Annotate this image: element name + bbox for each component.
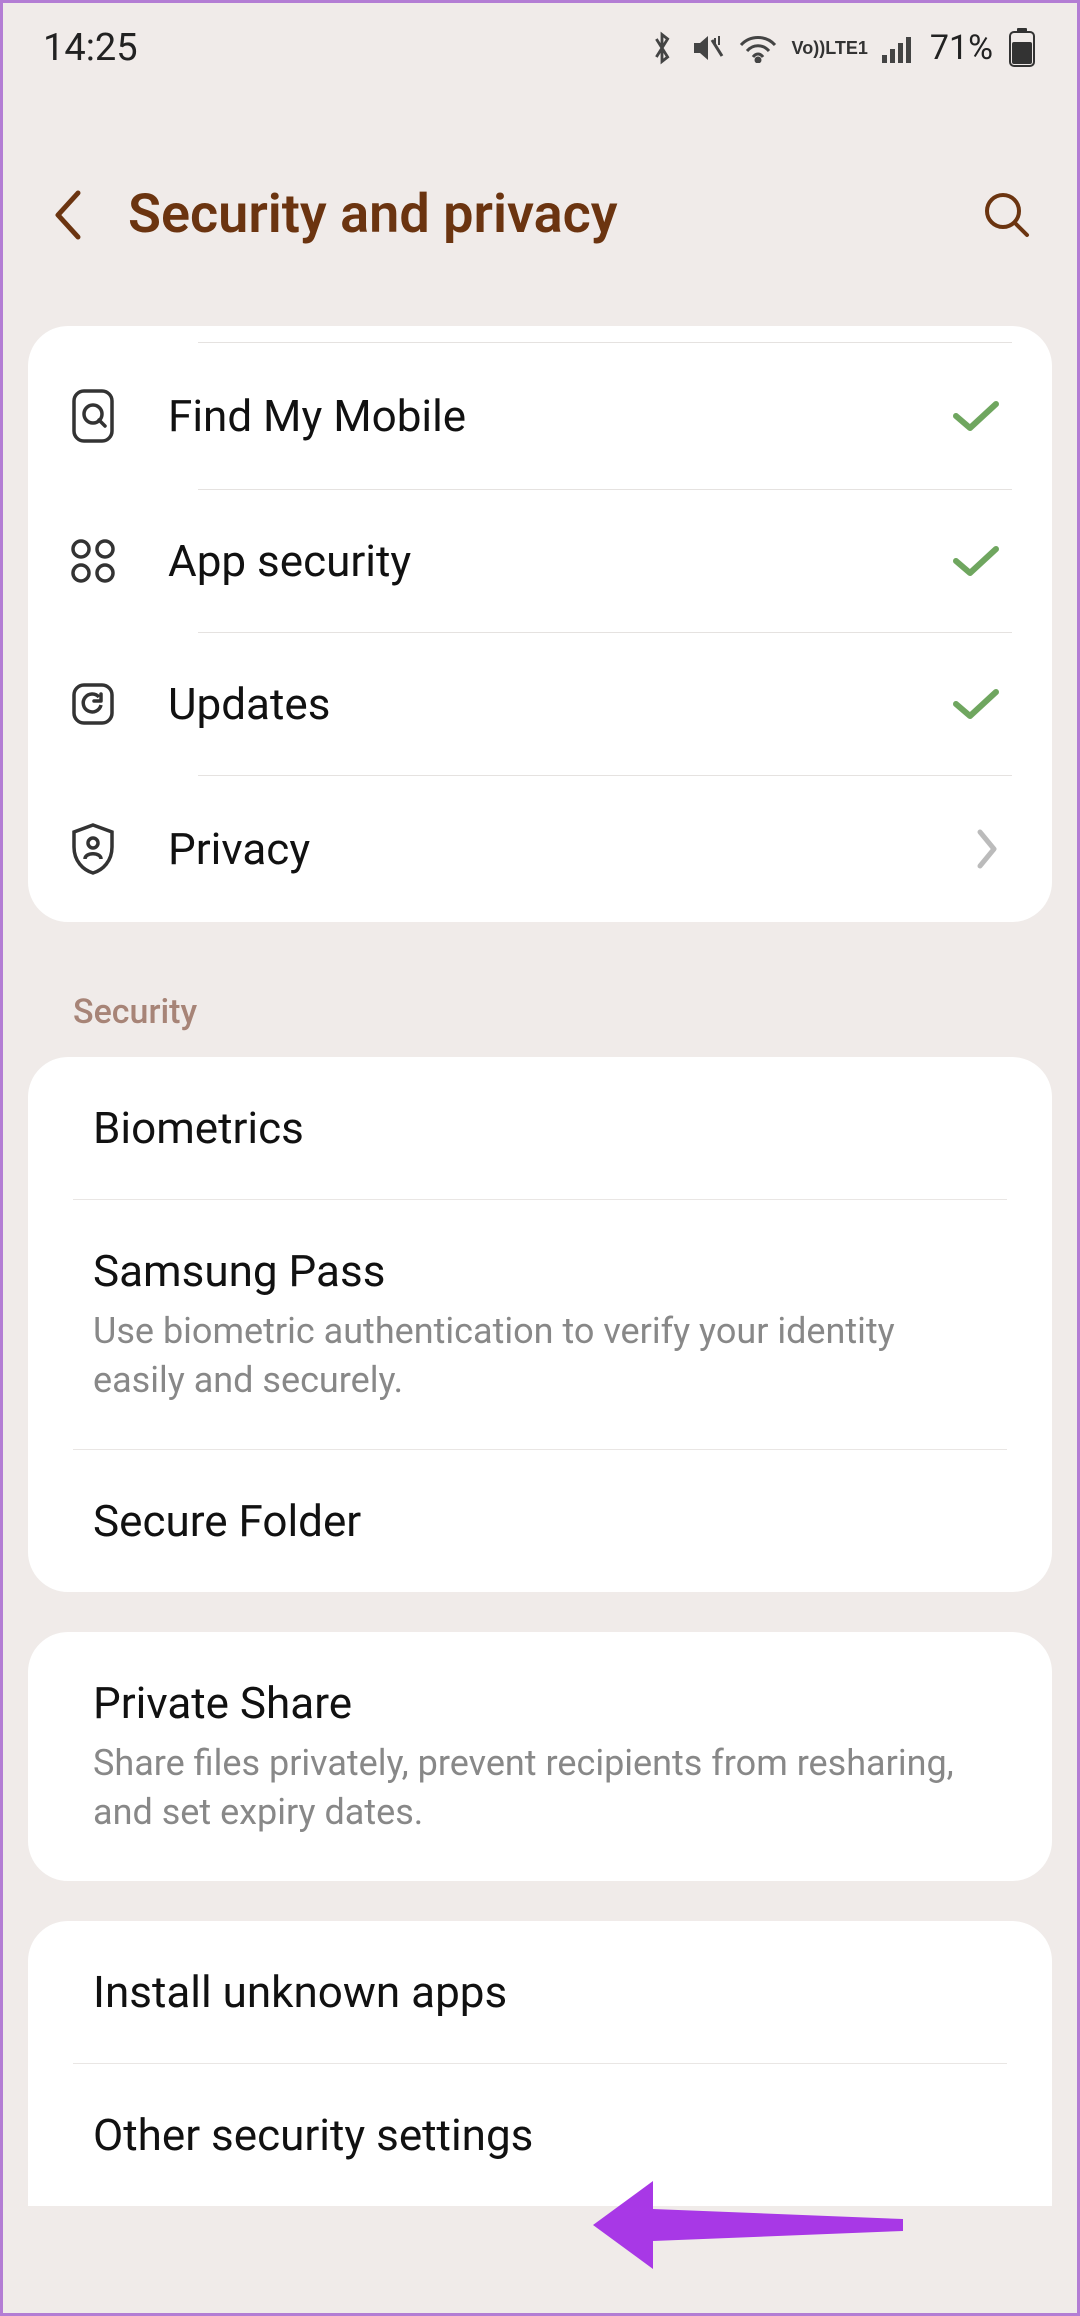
row-label: Samsung Pass (93, 1245, 987, 1297)
check-icon (942, 541, 1002, 581)
section-label-security: Security (3, 962, 1077, 1057)
chevron-right-icon (942, 826, 1002, 872)
row-other-security-settings[interactable]: Other security settings (28, 2064, 1052, 2206)
battery-icon (1007, 28, 1037, 68)
check-icon (942, 684, 1002, 724)
status-icons: Vo))LTE1 71% (648, 28, 1037, 68)
updates-icon (58, 679, 128, 729)
mute-icon (690, 31, 724, 65)
row-label: Biometrics (93, 1102, 987, 1154)
row-label: Other security settings (93, 2109, 987, 2161)
apps-icon (58, 536, 128, 586)
row-private-share[interactable]: Private Share Share files privately, pre… (28, 1632, 1052, 1881)
dashboard-card: Find My Mobile App security Updates (28, 326, 1052, 922)
bluetooth-icon (648, 30, 676, 66)
row-label: Secure Folder (93, 1495, 987, 1547)
row-label: Find My Mobile (168, 390, 942, 442)
row-sublabel: Use biometric authentication to verify y… (93, 1307, 987, 1404)
row-biometrics[interactable]: Biometrics (28, 1057, 1052, 1199)
volte-icon: Vo))LTE1 (792, 40, 868, 56)
other-card: Install unknown apps Other security sett… (28, 1921, 1052, 2206)
page-title: Security and privacy (128, 183, 942, 246)
page-header: Security and privacy (3, 83, 1077, 326)
row-label: Privacy (168, 823, 942, 875)
wifi-icon (738, 33, 778, 63)
back-button[interactable] (43, 190, 93, 240)
row-sublabel: Share files privately, prevent recipient… (93, 1739, 987, 1836)
row-updates[interactable]: Updates (28, 633, 1052, 775)
privacy-icon (58, 821, 128, 877)
row-find-my-mobile[interactable]: Find My Mobile (28, 343, 1052, 489)
row-secure-folder[interactable]: Secure Folder (28, 1450, 1052, 1592)
row-label: Install unknown apps (93, 1966, 987, 2018)
row-label: Updates (168, 678, 942, 730)
status-bar: 14:25 Vo))LTE1 (3, 3, 1077, 83)
signal-icon (882, 33, 916, 63)
battery-percent: 71% (930, 28, 993, 68)
find-icon (58, 388, 128, 444)
private-share-card: Private Share Share files privately, pre… (28, 1632, 1052, 1881)
row-samsung-pass[interactable]: Samsung Pass Use biometric authenticatio… (28, 1200, 1052, 1449)
row-app-security[interactable]: App security (28, 490, 1052, 632)
row-privacy[interactable]: Privacy (28, 776, 1052, 922)
search-button[interactable] (977, 185, 1037, 245)
row-label: Private Share (93, 1677, 987, 1729)
row-label: App security (168, 535, 942, 587)
status-time: 14:25 (43, 26, 138, 70)
security-card: Biometrics Samsung Pass Use biometric au… (28, 1057, 1052, 1592)
row-install-unknown-apps[interactable]: Install unknown apps (28, 1921, 1052, 2063)
check-icon (942, 396, 1002, 436)
